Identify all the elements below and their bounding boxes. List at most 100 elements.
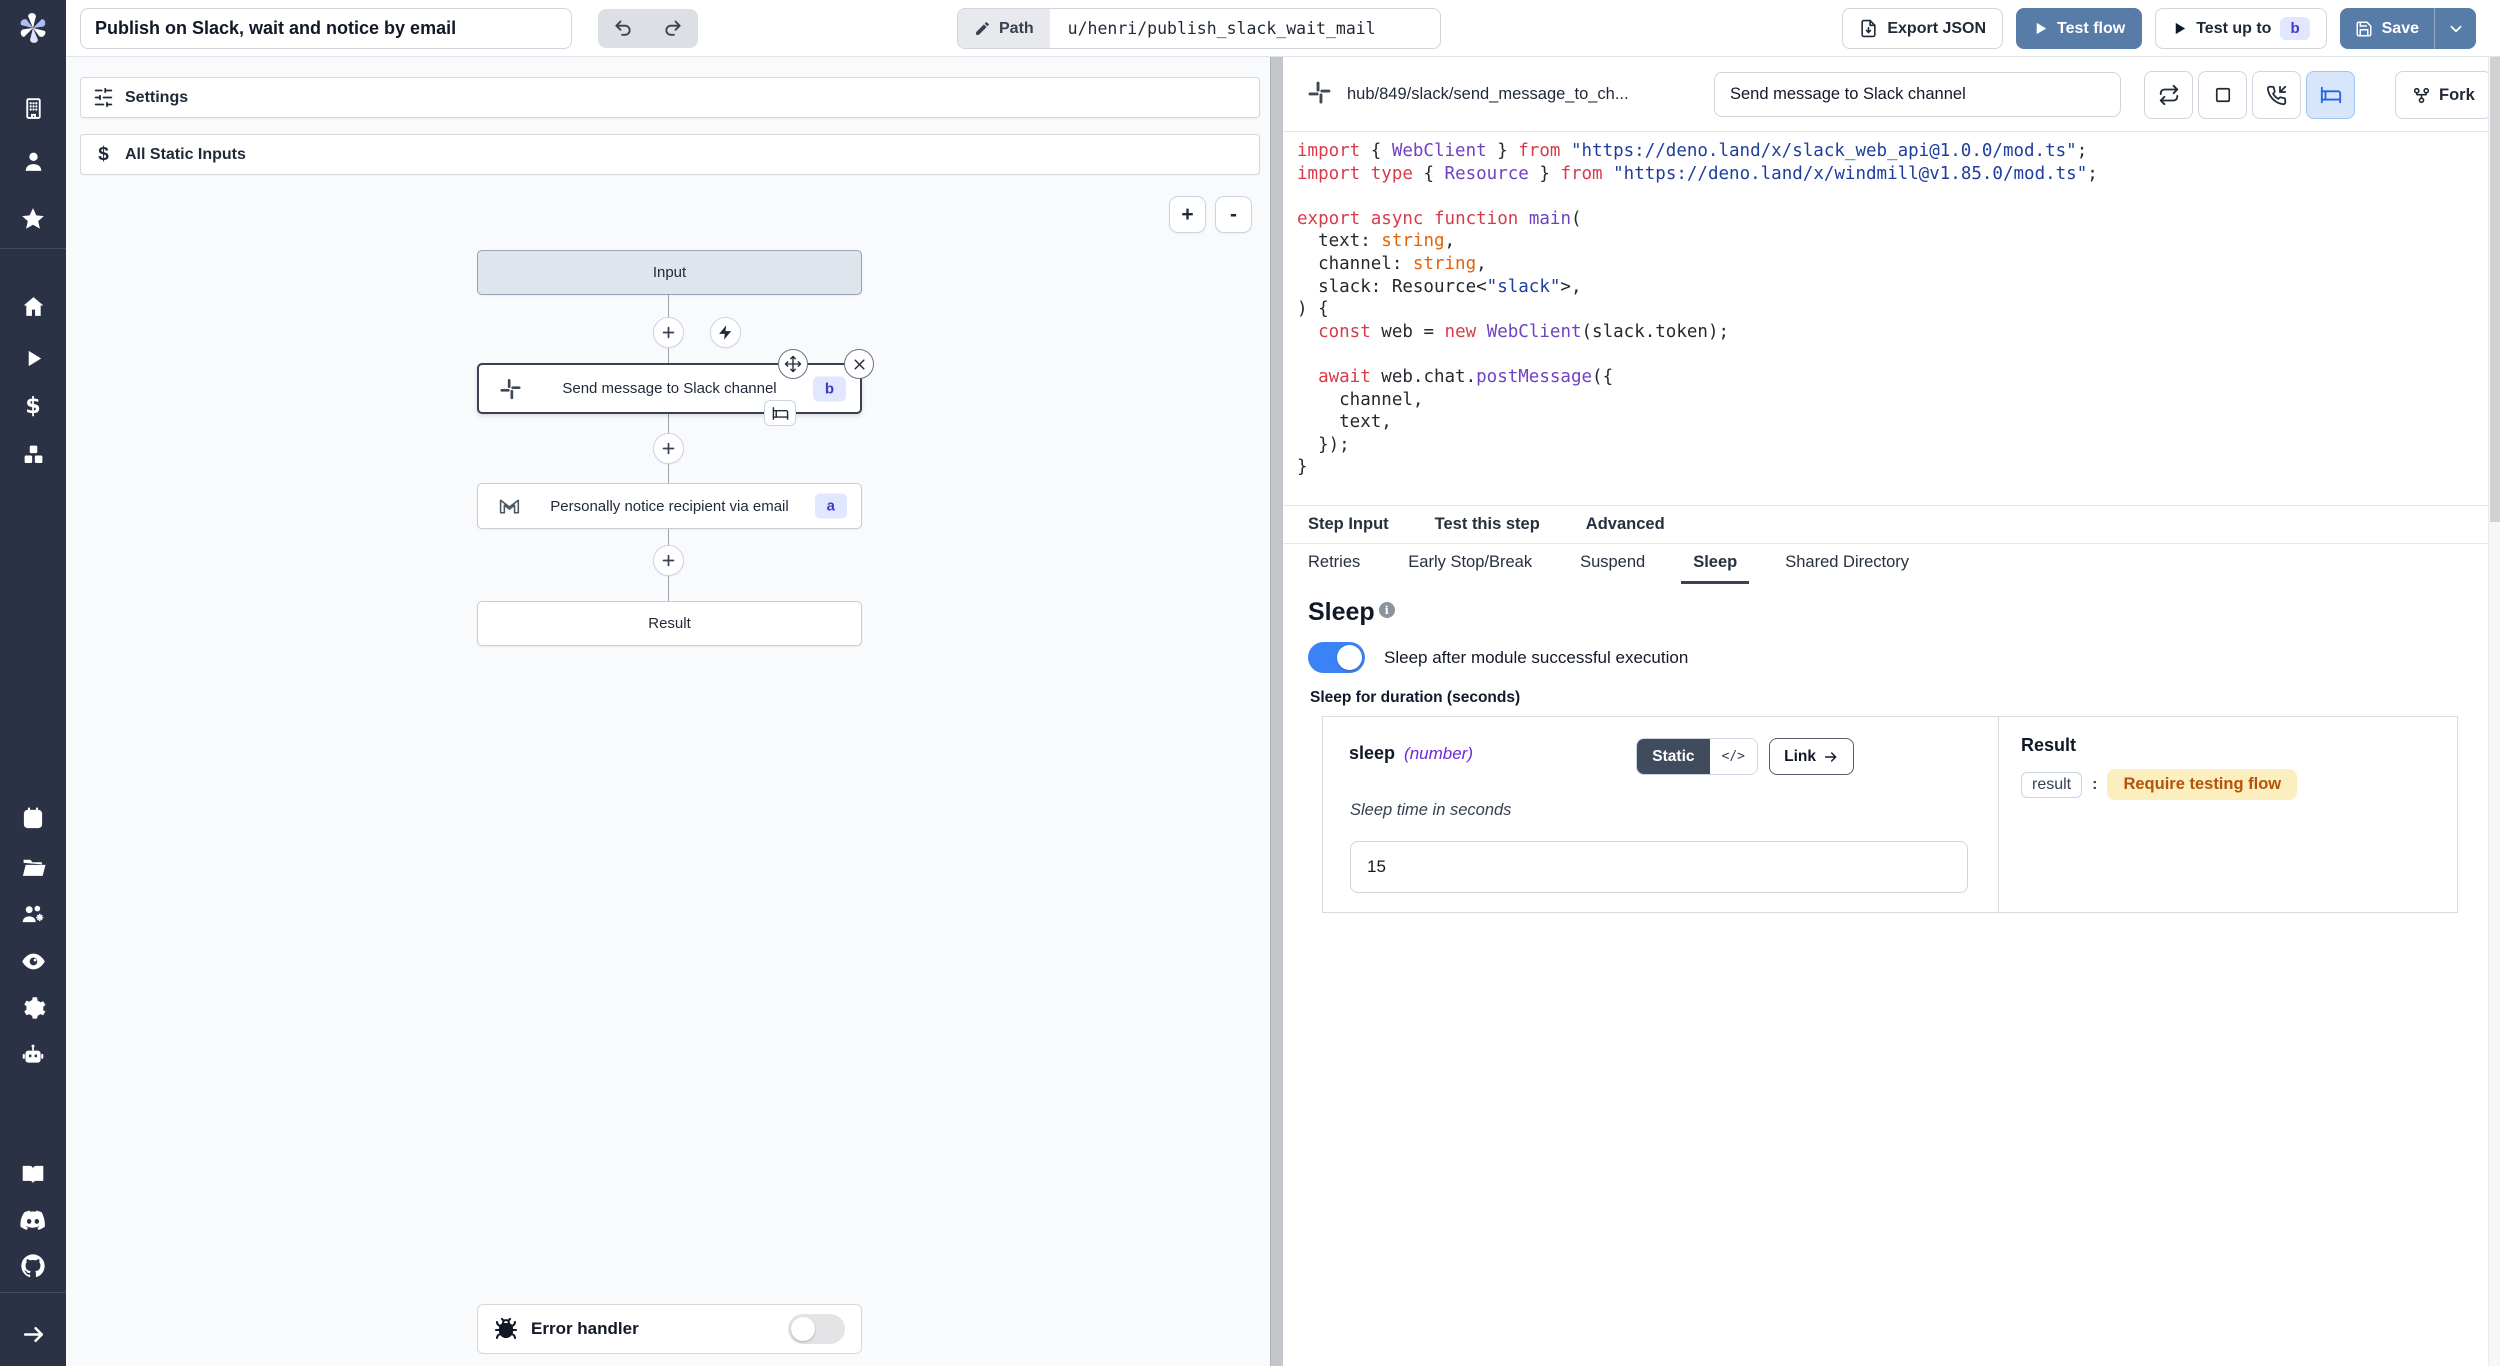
path-value[interactable]: u/henri/publish_slack_wait_mail — [1050, 9, 1440, 48]
user-icon[interactable] — [0, 139, 66, 183]
flow-canvas-panel: Settings $ All Static Inputs + - Input — [66, 57, 1270, 1366]
windmill-flow-editor: $ — [0, 0, 2500, 1366]
runs-play-icon[interactable] — [0, 336, 66, 380]
sleep-duration-label: Sleep for duration (seconds) — [1310, 689, 1520, 707]
move-step-button[interactable] — [778, 349, 808, 379]
sleep-enabled-toggle[interactable] — [1308, 642, 1365, 673]
variables-dollar-icon[interactable]: $ — [0, 385, 66, 429]
step-tabs: Step Input Test this step Advanced — [1283, 505, 2488, 544]
export-json-label: Export JSON — [1887, 20, 1986, 38]
file-down-icon — [1859, 19, 1878, 38]
windmill-logo[interactable] — [0, 6, 66, 50]
plus-icon — [660, 440, 677, 457]
audit-eye-icon[interactable] — [0, 939, 66, 983]
resources-icon[interactable] — [0, 432, 66, 476]
repeat-icon — [2158, 84, 2180, 106]
phone-incoming-icon — [2266, 85, 2287, 106]
redo-button[interactable] — [648, 9, 698, 48]
add-step-button[interactable] — [653, 545, 684, 576]
github-icon[interactable] — [0, 1244, 66, 1288]
step-header: hub/849/slack/send_message_to_ch... Fork — [1283, 57, 2488, 132]
close-x-icon — [852, 357, 867, 372]
error-handler-bar[interactable]: Error handler — [477, 1304, 862, 1354]
retries-button[interactable] — [2144, 71, 2193, 119]
trigger-zap-button[interactable] — [710, 317, 741, 348]
save-icon — [2355, 20, 2373, 38]
link-label: Link — [1784, 748, 1816, 766]
early-stop-button[interactable] — [2198, 71, 2247, 119]
folders-icon[interactable] — [0, 845, 66, 889]
save-button[interactable]: Save — [2340, 8, 2434, 49]
home-icon[interactable] — [0, 284, 66, 328]
edit-path-button[interactable]: Path — [958, 9, 1050, 48]
sleep-toggle-row: Sleep after module successful execution — [1308, 642, 1688, 673]
test-up-to-step-badge: b — [2280, 17, 2309, 40]
add-step-button[interactable] — [653, 433, 684, 464]
code-mode-button[interactable]: </> — [1710, 739, 1757, 774]
flow-node-slack-step[interactable]: Send message to Slack channel b — [477, 363, 862, 414]
favorites-star-icon[interactable] — [0, 197, 66, 241]
tab-early-stop-break[interactable]: Early Stop/Break — [1408, 553, 1532, 584]
fork-label: Fork — [2439, 86, 2475, 105]
scrollbar-thumb[interactable] — [2490, 57, 2500, 522]
expand-arrow-icon[interactable] — [0, 1312, 66, 1356]
save-dropdown-button[interactable] — [2434, 8, 2476, 49]
field-type: (number) — [1404, 744, 1473, 763]
zoom-in-button[interactable]: + — [1169, 196, 1206, 233]
add-step-button[interactable] — [653, 317, 684, 348]
panel-scrollbar[interactable] — [2488, 57, 2500, 1366]
delete-step-button[interactable] — [844, 349, 874, 379]
test-flow-button[interactable]: Test flow — [2016, 8, 2142, 49]
link-button[interactable]: Link — [1769, 738, 1854, 775]
suspend-button[interactable] — [2252, 71, 2301, 119]
tab-advanced[interactable]: Advanced — [1586, 515, 1665, 534]
info-icon[interactable]: i — [1379, 602, 1395, 618]
gmail-icon — [498, 494, 523, 519]
undo-redo-group — [598, 9, 698, 48]
tab-sleep[interactable]: Sleep — [1693, 553, 1737, 584]
tab-test-this-step[interactable]: Test this step — [1435, 515, 1540, 534]
test-up-to-button[interactable]: Test up to b — [2155, 8, 2326, 49]
test-flow-label: Test flow — [2057, 20, 2125, 38]
tab-step-input[interactable]: Step Input — [1308, 515, 1389, 534]
settings-gear-icon[interactable] — [0, 986, 66, 1030]
result-value-badge: Require testing flow — [2107, 769, 2297, 800]
docs-book-icon[interactable] — [0, 1152, 66, 1196]
flow-title-input[interactable] — [80, 8, 572, 49]
sleep-seconds-input[interactable] — [1350, 841, 1968, 893]
discord-icon[interactable] — [0, 1198, 66, 1242]
result-row: result : Require testing flow — [2021, 769, 2457, 800]
sliders-icon — [93, 87, 114, 108]
step-name-input[interactable] — [1714, 72, 2121, 117]
hub-script-path[interactable]: hub/849/slack/send_message_to_ch... — [1347, 85, 1629, 104]
tab-suspend[interactable]: Suspend — [1580, 553, 1645, 584]
chevron-down-icon — [2447, 20, 2465, 38]
left-nav-sidebar: $ — [0, 0, 66, 1366]
schedules-calendar-icon[interactable] — [0, 796, 66, 840]
step-detail-panel: hub/849/slack/send_message_to_ch... Fork… — [1283, 57, 2488, 1366]
panel-resize-divider[interactable] — [1270, 57, 1283, 1366]
fork-button[interactable]: Fork — [2395, 71, 2492, 119]
static-mode-button[interactable]: Static — [1637, 739, 1709, 774]
sleep-indicator-bed-icon[interactable] — [764, 400, 796, 426]
sleep-button-active[interactable] — [2306, 71, 2355, 119]
tab-retries[interactable]: Retries — [1308, 553, 1360, 584]
flow-settings-bar[interactable]: Settings — [80, 77, 1260, 118]
flow-node-result[interactable]: Result — [477, 601, 862, 646]
settings-bar-label: Settings — [125, 89, 188, 107]
workers-users-gear-icon[interactable] — [0, 892, 66, 936]
ai-robot-icon[interactable] — [0, 1033, 66, 1077]
result-node-label: Result — [648, 615, 691, 632]
all-static-inputs-bar[interactable]: $ All Static Inputs — [80, 134, 1260, 175]
tab-shared-directory[interactable]: Shared Directory — [1785, 553, 1909, 584]
slack-node-label: Send message to Slack channel — [562, 380, 776, 397]
export-json-button[interactable]: Export JSON — [1842, 8, 2003, 49]
error-handler-toggle[interactable] — [788, 1314, 845, 1344]
code-editor[interactable]: import { WebClient } from "https://deno.… — [1297, 140, 2477, 479]
undo-button[interactable] — [598, 9, 648, 48]
flow-node-email-step[interactable]: Personally notice recipient via email a — [477, 483, 862, 529]
workspace-icon[interactable] — [0, 86, 66, 130]
flow-node-input[interactable]: Input — [477, 250, 862, 295]
play-icon — [2033, 21, 2048, 36]
zoom-out-button[interactable]: - — [1215, 196, 1252, 233]
